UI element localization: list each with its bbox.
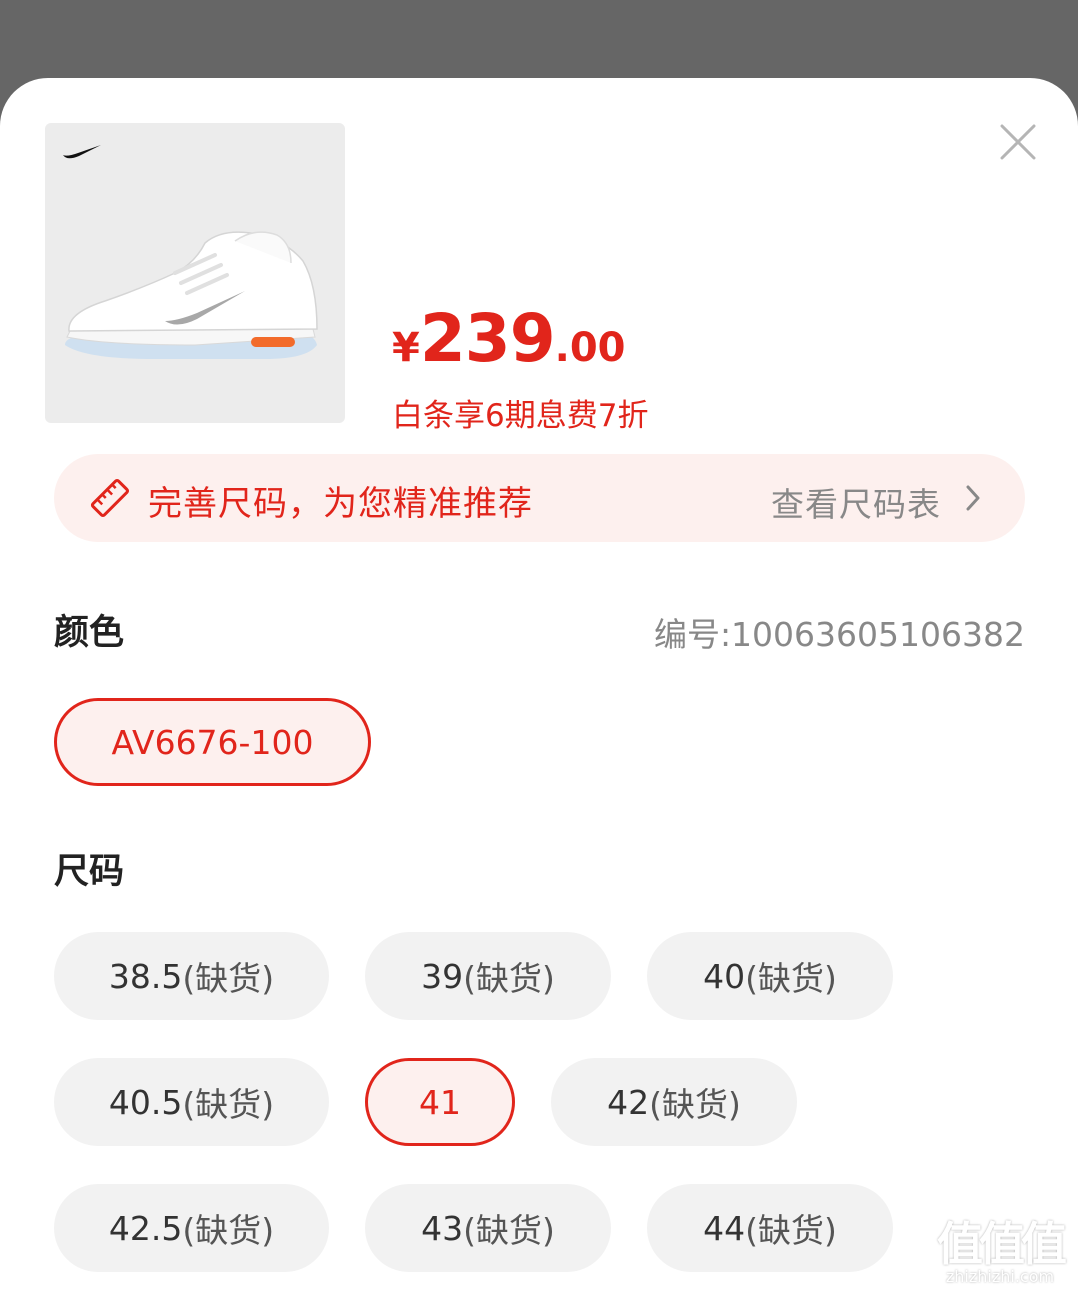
sku-number: 编号:10063605106382 <box>653 615 1025 654</box>
color-option[interactable]: AV6676-100 <box>54 698 371 786</box>
size-section-title: 尺码 <box>54 852 125 892</box>
sku-selector-sheet: ¥239.00 白条享6期息费7折 完善尺码，为您精准推荐 查看尺码表 颜色 编… <box>0 78 1078 1292</box>
installment-promo: 白条享6期息费7折 <box>392 398 649 434</box>
price-decimal: .00 <box>554 325 626 371</box>
size-value: 38.5 <box>108 956 183 996</box>
product-image <box>45 123 345 423</box>
size-option[interactable]: 44 (缺货) <box>647 1184 893 1272</box>
price: ¥239.00 <box>392 306 625 372</box>
color-option-label: AV6676-100 <box>111 722 314 762</box>
stock-status: (缺货) <box>182 1085 275 1124</box>
size-option[interactable]: 42 (缺货) <box>551 1058 797 1146</box>
size-option[interactable]: 43 (缺货) <box>365 1184 611 1272</box>
size-value: 42.5 <box>108 1208 183 1248</box>
size-value: 40 <box>703 956 746 996</box>
shoe-illustration <box>63 145 318 359</box>
size-option-selected[interactable]: 41 <box>365 1058 515 1146</box>
close-button[interactable] <box>996 120 1040 164</box>
price-integer: 239 <box>419 300 556 377</box>
size-value: 40.5 <box>108 1082 183 1122</box>
watermark-url: zhizhizhi.com <box>945 1267 1055 1286</box>
swoosh-logo-icon <box>63 145 101 159</box>
size-value: 44 <box>703 1208 746 1248</box>
watermark: 值值值 zhizhizhi.com <box>930 1221 1070 1286</box>
chevron-right-icon <box>966 485 980 511</box>
size-option[interactable]: 42.5 (缺货) <box>54 1184 329 1272</box>
ruler-icon <box>90 478 130 518</box>
size-chart-link[interactable]: 查看尺码表 <box>771 478 941 526</box>
size-recommendation-text: 完善尺码，为您精准推荐 <box>148 484 533 524</box>
size-option[interactable]: 40.5 (缺货) <box>54 1058 329 1146</box>
size-option[interactable]: 38.5 (缺货) <box>54 932 329 1020</box>
close-icon <box>1000 124 1036 160</box>
stock-status: (缺货) <box>463 1211 555 1250</box>
color-section-title: 颜色 <box>54 613 125 653</box>
size-recommendation-banner[interactable]: 完善尺码，为您精准推荐 查看尺码表 <box>54 454 1025 542</box>
stock-status: (缺货) <box>463 959 555 998</box>
watermark-glyphs: 值值值 <box>937 1217 1067 1271</box>
stock-status: (缺货) <box>649 1085 741 1124</box>
size-value: 43 <box>421 1208 464 1248</box>
stock-status: (缺货) <box>182 1211 275 1250</box>
size-option[interactable]: 40 (缺货) <box>647 932 893 1020</box>
stock-status: (缺货) <box>182 959 275 998</box>
size-value: 41 <box>419 1082 461 1122</box>
stock-status: (缺货) <box>745 959 837 998</box>
size-option[interactable]: 39 (缺货) <box>365 932 611 1020</box>
size-value: 42 <box>607 1082 650 1122</box>
size-value: 39 <box>421 956 464 996</box>
stock-status: (缺货) <box>745 1211 837 1250</box>
price-symbol: ¥ <box>392 325 420 371</box>
